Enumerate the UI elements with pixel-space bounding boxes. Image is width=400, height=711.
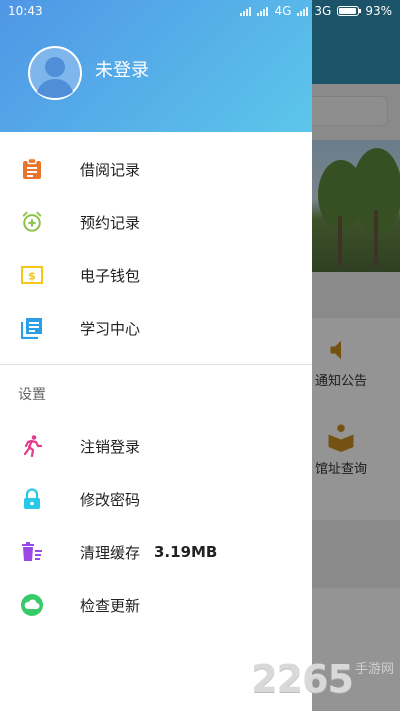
menu-item-logout[interactable]: 注销登录: [0, 420, 312, 472]
cloud-icon: [20, 593, 44, 617]
menu-label: 修改密码: [80, 490, 141, 509]
signal-icon: [297, 6, 309, 16]
clipboard-icon: [20, 157, 44, 181]
login-status-label[interactable]: 未登录: [95, 56, 149, 82]
network-type: 4G: [274, 4, 292, 18]
menu-item-borrow-records[interactable]: 借阅记录: [0, 143, 312, 195]
battery-percent: 93%: [365, 4, 392, 18]
status-time: 10:43: [8, 4, 43, 18]
menu-label: 检查更新: [80, 596, 141, 615]
wallet-icon: $: [20, 263, 44, 287]
network-type-secondary: 3G: [314, 4, 332, 18]
signal-icon: [257, 6, 269, 16]
avatar[interactable]: [28, 46, 82, 100]
menu-label: 学习中心: [80, 319, 141, 338]
settings-section-title: 设置: [18, 387, 46, 403]
site-watermark-logo: 2265 手游网: [251, 657, 394, 701]
menu-label: 预约记录: [80, 213, 141, 232]
menu-item-check-update[interactable]: 检查更新: [0, 579, 312, 631]
menu-label: 清理缓存: [80, 543, 141, 562]
menu-label: 借阅记录: [80, 160, 141, 179]
cache-size-value: 3.19MB: [154, 543, 218, 561]
menu-label: 注销登录: [80, 437, 141, 456]
navigation-drawer: 未登录 借阅记录 预约记录 $ 电子钱包 学习中心 设置 注销登录 修改密码 清…: [0, 0, 312, 711]
watermark-text: 手游网: [354, 662, 394, 677]
svg-text:$: $: [28, 270, 36, 283]
user-avatar-icon: [30, 48, 80, 98]
status-indicators: 4G 3G 93%: [240, 4, 392, 18]
status-bar: 10:43 4G 3G 93%: [0, 0, 400, 24]
running-man-icon: [20, 434, 44, 458]
menu-label: 电子钱包: [80, 266, 141, 285]
lock-icon: [20, 487, 44, 511]
menu-divider: [0, 364, 312, 365]
trash-icon: [20, 540, 44, 564]
menu-item-learning-center[interactable]: 学习中心: [0, 302, 312, 354]
menu-item-reservation-records[interactable]: 预约记录: [0, 196, 312, 248]
signal-icon: [240, 6, 252, 16]
menu-item-clear-cache[interactable]: 清理缓存 3.19MB: [0, 526, 312, 578]
alarm-add-icon: [20, 210, 44, 234]
menu-item-e-wallet[interactable]: $ 电子钱包: [0, 249, 312, 301]
menu-item-change-password[interactable]: 修改密码: [0, 473, 312, 525]
library-books-icon: [20, 316, 44, 340]
battery-icon: [337, 6, 362, 16]
watermark-number: 2265: [251, 657, 354, 701]
